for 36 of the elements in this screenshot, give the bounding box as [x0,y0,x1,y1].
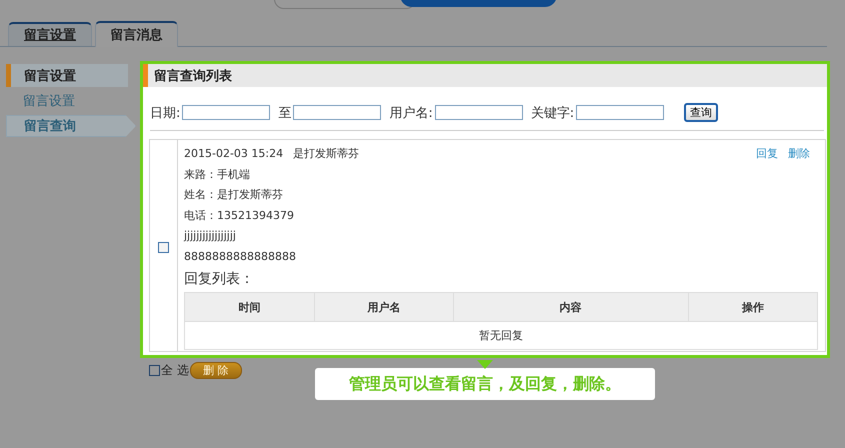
message-time: 2015-02-03 15:24 [184,146,284,162]
input-field[interactable] [182,105,270,120]
field-label: 用户名: [389,104,433,122]
panel-title: 留言查询列表 [143,64,827,87]
tab[interactable]: 留言消息 [95,21,178,47]
empty-message: 暂无回复 [184,322,818,350]
input-field[interactable] [576,105,664,120]
tab[interactable]: 留言设置 [8,22,92,46]
input-field[interactable] [293,105,382,120]
search-button[interactable]: 查询 [684,103,718,122]
field-label: 关键字: [530,104,574,122]
field-label: 日期: [150,104,180,122]
message-line: 姓名：是打发斯蒂芬 [184,187,284,203]
message-author: 是打发斯蒂芬 [293,146,360,162]
sidebar-item[interactable]: 留言设置 [6,90,128,112]
checkbox[interactable] [158,242,169,252]
action-link[interactable]: 删除 [788,146,810,166]
pointer-icon [477,360,493,369]
message-line: jjjjjjjjjjjjjjjjj [184,228,237,244]
checkbox[interactable] [149,364,160,376]
column-header: 用户名 [314,292,454,322]
tooltip: 管理员可以查看留言，及回复，删除。 [315,368,655,400]
delete-button[interactable]: 删 除 [190,362,242,378]
sidebar-heading: 留言设置 [6,64,128,87]
column-header: 时间 [184,292,315,322]
message-line: 8888888888888888 [184,248,297,264]
message-line: 来路：手机端 [184,166,251,182]
sidebar-item[interactable]: 留言查询 [6,115,136,137]
column-header: 操作 [688,292,818,322]
reply-list-title: 回复列表： [184,270,255,289]
input-field[interactable] [434,105,523,120]
field-label: 至 [278,104,292,122]
select-all-label: 全 选 [161,362,189,378]
message-line: 电话：13521394379 [184,208,295,224]
action-link[interactable]: 回复 [756,146,778,166]
column-header: 内容 [453,292,688,322]
